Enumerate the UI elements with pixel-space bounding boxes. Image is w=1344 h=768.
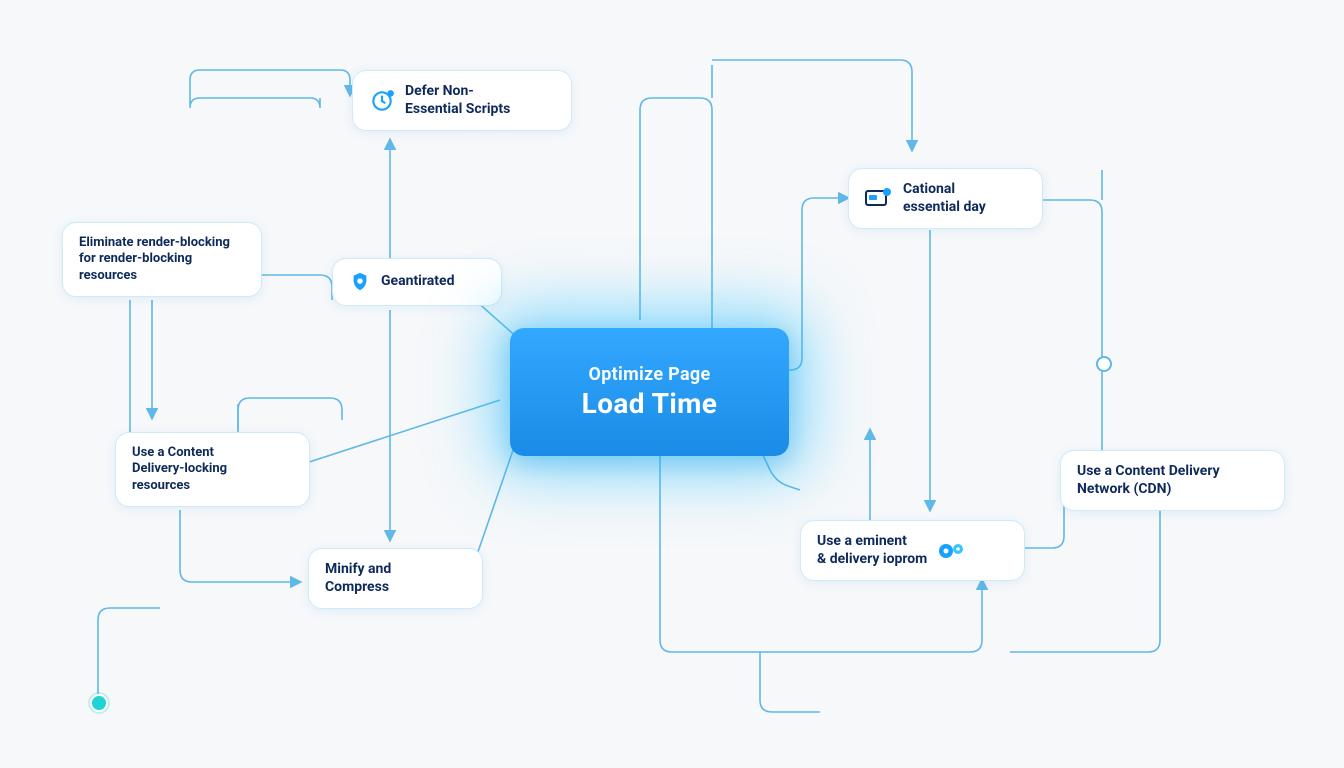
screen-dot-icon — [865, 188, 893, 210]
node-label: Use a ContentDelivery-lockingresources — [132, 445, 227, 494]
center-line2: Load Time — [582, 387, 718, 420]
node-label: Eliminate render-blockingfor render-bloc… — [79, 235, 230, 284]
double-gear-icon — [937, 539, 967, 563]
node-minify-compress[interactable]: Minify andCompress — [308, 548, 483, 609]
shield-icon — [349, 271, 371, 293]
node-use-eminent-delivery[interactable]: Use a eminent& delivery ioprom — [800, 520, 1025, 581]
node-geantirated[interactable]: Geantirated — [332, 258, 502, 306]
node-label: Geantirated — [381, 273, 454, 291]
center-line1: Optimize Page — [589, 364, 711, 385]
connector-junction — [1096, 356, 1112, 372]
terminal-dot — [90, 694, 108, 712]
node-label: Use a Content DeliveryNetwork (CDN) — [1077, 463, 1220, 498]
node-use-cdn[interactable]: Use a Content DeliveryNetwork (CDN) — [1060, 450, 1285, 511]
node-eliminate-render-blocking[interactable]: Eliminate render-blockingfor render-bloc… — [62, 222, 262, 297]
node-label: Use a eminent& delivery ioprom — [817, 533, 927, 568]
clock-gear-icon — [369, 88, 395, 114]
node-label: Cationalessential day — [903, 181, 986, 216]
diagram-canvas: Defer Non-Essential Scripts Eliminate re… — [0, 0, 1344, 768]
node-label: Defer Non-Essential Scripts — [405, 83, 510, 118]
node-cational-essential-day[interactable]: Cationalessential day — [848, 168, 1043, 229]
node-defer-scripts[interactable]: Defer Non-Essential Scripts — [352, 70, 572, 131]
node-use-content-delivery-locking[interactable]: Use a ContentDelivery-lockingresources — [115, 432, 310, 507]
node-center-optimize-load-time[interactable]: Optimize Page Load Time — [510, 328, 789, 456]
node-label: Minify andCompress — [325, 561, 391, 596]
